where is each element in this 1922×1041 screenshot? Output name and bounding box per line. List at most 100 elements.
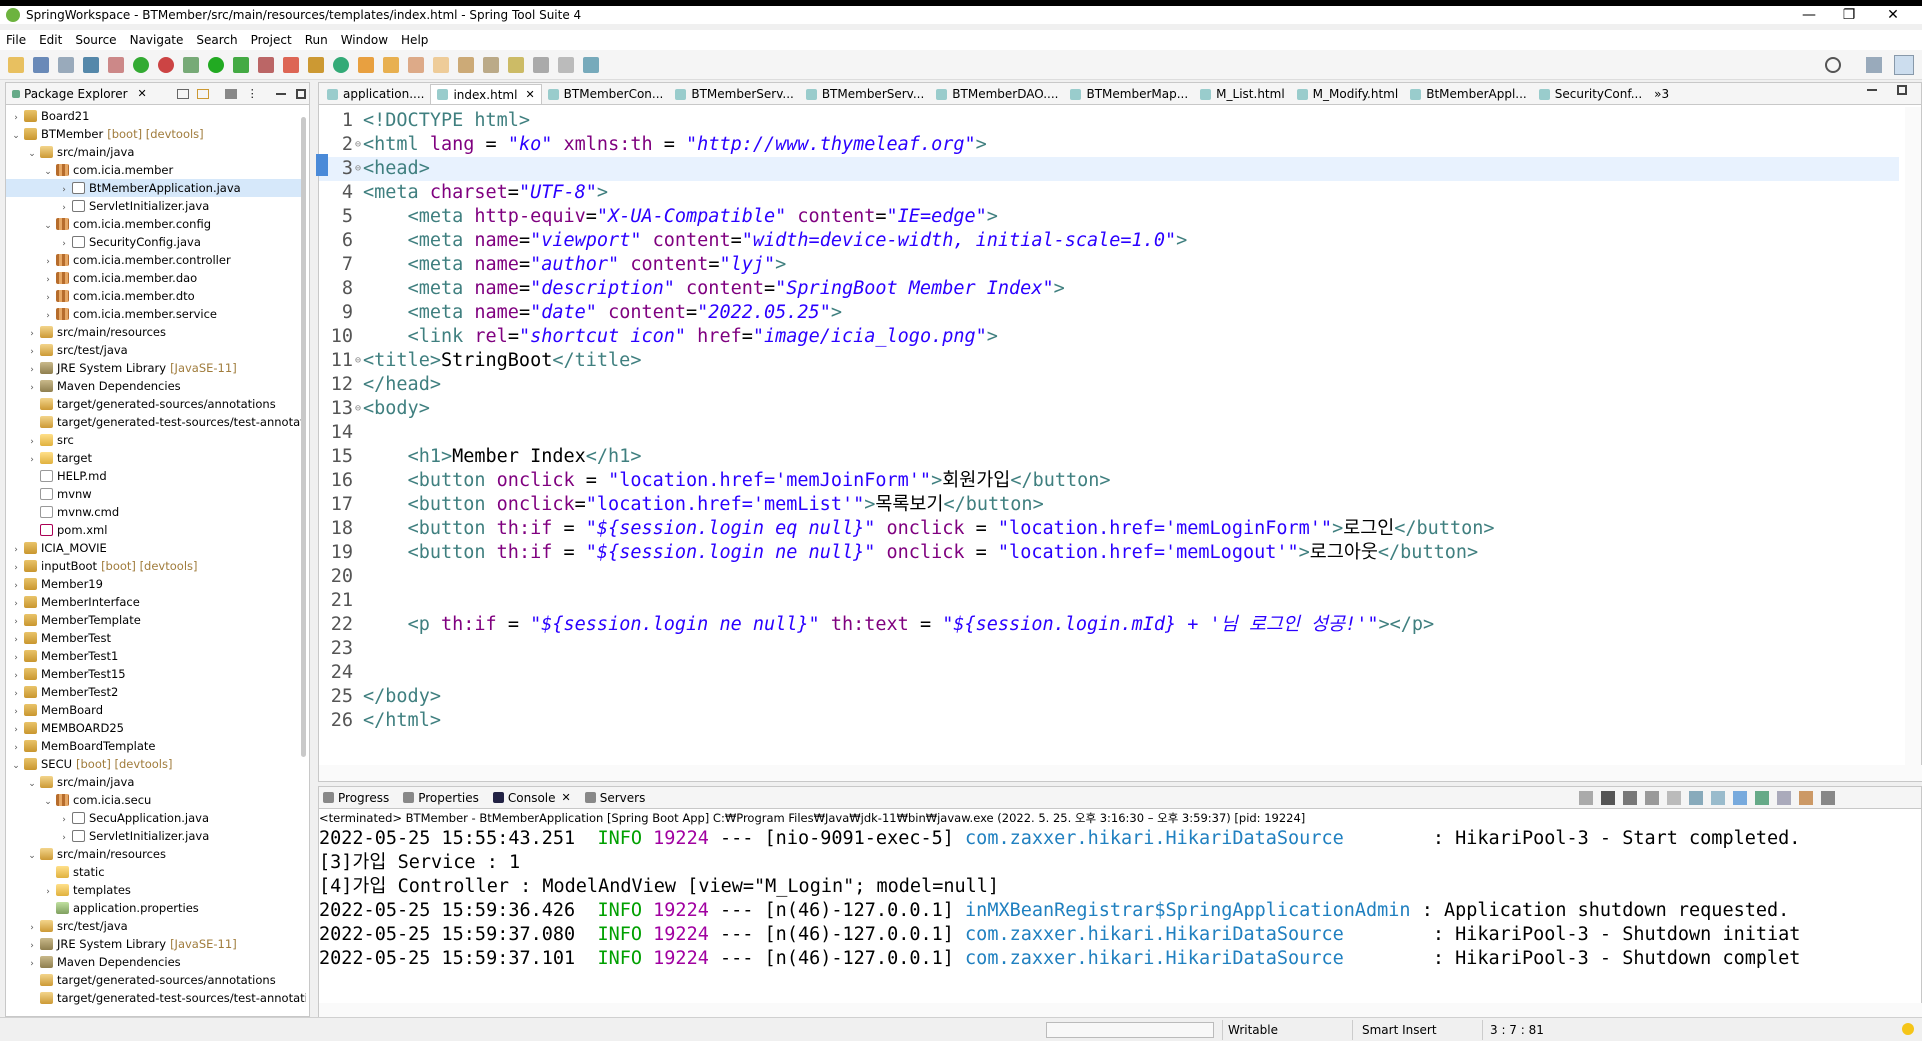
scroll-lock-icon[interactable]: [1667, 791, 1681, 805]
clear-console-icon[interactable]: [1623, 791, 1637, 805]
tree-item[interactable]: › MemberTest15: [6, 665, 306, 683]
menu-help[interactable]: Help: [401, 33, 428, 47]
open-perspective-icon[interactable]: [1866, 57, 1882, 73]
tree-item[interactable]: ⌄ SECU [boot] [devtools]: [6, 755, 306, 773]
editor-vertical-scrollbar[interactable]: [1905, 107, 1921, 767]
menu-source[interactable]: Source: [75, 33, 116, 47]
show-on-output-icon[interactable]: [1711, 791, 1725, 805]
menu-edit[interactable]: Edit: [39, 33, 62, 47]
java-perspective-icon[interactable]: [1894, 55, 1914, 75]
code-line[interactable]: 19 <button th:if = "${session.login ne n…: [319, 541, 1899, 565]
menu-project[interactable]: Project: [251, 33, 292, 47]
tree-item[interactable]: ⌄ src/main/java: [6, 773, 306, 791]
console-token[interactable]: com.zaxxer.hikari.HikariDataSource: [965, 828, 1411, 849]
code-line[interactable]: 20: [319, 565, 1899, 589]
menu-window[interactable]: Window: [341, 33, 388, 47]
editor-tab[interactable]: »3: [1648, 84, 1675, 104]
code-line[interactable]: 5 <meta http-equiv="X-UA-Compatible" con…: [319, 205, 1899, 229]
terminate-icon[interactable]: [1645, 791, 1659, 805]
tree-item[interactable]: › MEMBOARD25: [6, 719, 306, 737]
code-line[interactable]: 22 <p th:if = "${session.login ne null}"…: [319, 613, 1899, 637]
stop-icon[interactable]: [258, 56, 274, 73]
menu-navigate[interactable]: Navigate: [130, 33, 184, 47]
tree-item[interactable]: › inputBoot [boot] [devtools]: [6, 557, 306, 575]
tree-item[interactable]: target/generated-test-sources/test-annot…: [6, 413, 306, 431]
new-icon[interactable]: [8, 56, 24, 73]
tree-item[interactable]: › com.icia.member.dao: [6, 269, 306, 287]
console-token[interactable]: inMXBeanRegistrar$SpringApplicationAdmin: [965, 900, 1411, 921]
editor-minimize-icon[interactable]: [1867, 89, 1877, 91]
console-horizontal-scrollbar[interactable]: [319, 1003, 1922, 1017]
minimize-panel-icon[interactable]: [275, 92, 286, 95]
save-icon[interactable]: [33, 56, 49, 73]
editor-maximize-icon[interactable]: [1897, 85, 1907, 95]
tree-item[interactable]: target/generated-sources/annotations: [6, 395, 306, 413]
tree-item[interactable]: application.properties: [6, 899, 306, 917]
menu-run[interactable]: Run: [305, 33, 328, 47]
back-icon[interactable]: [533, 56, 549, 73]
code-line[interactable]: 8 <meta name="description" content="Spri…: [319, 277, 1899, 301]
close-tab-icon[interactable]: ✕: [525, 85, 534, 105]
code-line[interactable]: 4 <meta charset="UTF-8">: [319, 181, 1899, 205]
tree-item[interactable]: HELP.md: [6, 467, 306, 485]
code-line[interactable]: 26 </html>: [319, 709, 1899, 733]
package-explorer-title[interactable]: Package Explorer: [24, 87, 128, 101]
save-all-icon[interactable]: [58, 56, 74, 73]
remove-launch-icon[interactable]: [1579, 791, 1593, 805]
code-line[interactable]: 13 ⊖ <body>: [319, 397, 1899, 421]
tree-item[interactable]: › MemberTest2: [6, 683, 306, 701]
code-line[interactable]: 7 <meta name="author" content="lyj">: [319, 253, 1899, 277]
tree-item[interactable]: pom.xml: [6, 521, 306, 539]
run-external-icon[interactable]: [233, 56, 249, 73]
boot-dashboard-icon[interactable]: [133, 56, 149, 73]
editor-tab[interactable]: M_Modify.html: [1291, 84, 1405, 104]
tree-item[interactable]: ⌄ src/main/java: [6, 143, 306, 161]
view-menu-icon[interactable]: ⋮: [247, 87, 258, 100]
fold-icon[interactable]: ⊖: [355, 157, 363, 181]
console-tab-servers[interactable]: Servers: [584, 791, 645, 805]
tree-item[interactable]: › MemBoardTemplate: [6, 737, 306, 755]
editor-tab[interactable]: M_List.html: [1194, 84, 1290, 104]
editor-tab[interactable]: application....: [321, 84, 430, 104]
editor-tab[interactable]: BTMemberCon...: [542, 84, 670, 104]
tree-item[interactable]: › Member19: [6, 575, 306, 593]
deploy-icon[interactable]: [283, 56, 299, 73]
tree-item[interactable]: › src/main/resources: [6, 323, 306, 341]
next-annotation-icon[interactable]: [458, 56, 474, 73]
close-tab-icon[interactable]: ✕: [562, 791, 571, 804]
tree-item[interactable]: › MemberTest: [6, 629, 306, 647]
editor-tab[interactable]: SecurityConf...: [1533, 84, 1648, 104]
code-line[interactable]: 12 </head>: [319, 373, 1899, 397]
code-line[interactable]: 1 <!DOCTYPE html>: [319, 109, 1899, 133]
tree-item[interactable]: › ICIA_MOVIE: [6, 539, 306, 557]
tree-item[interactable]: › src: [6, 431, 306, 449]
code-line[interactable]: 16 <button onclick = "location.href='mem…: [319, 469, 1899, 493]
tree-item[interactable]: mvnw: [6, 485, 306, 503]
fold-icon[interactable]: ⊖: [355, 133, 363, 157]
tree-item[interactable]: › Board21: [6, 107, 306, 125]
tip-bulb-icon[interactable]: [1902, 1023, 1914, 1035]
tree-item[interactable]: › BtMemberApplication.java: [6, 179, 306, 197]
editor-tab[interactable]: BTMemberDAO....: [930, 84, 1064, 104]
relaunch-icon[interactable]: [158, 56, 174, 73]
code-line[interactable]: 14: [319, 421, 1899, 445]
console-token[interactable]: com.zaxxer.hikari.HikariDataSource: [965, 924, 1411, 945]
tree-scrollbar[interactable]: [301, 117, 306, 757]
console-output[interactable]: 2022-05-25 15:55:43.251 INFO 19224 --- […: [319, 827, 1921, 971]
open-type-icon[interactable]: [358, 56, 374, 73]
code-area[interactable]: 1 <!DOCTYPE html> 2 ⊖ <html lang = "ko" xmln…: [319, 109, 1899, 749]
tree-item[interactable]: › MemberTest1: [6, 647, 306, 665]
tree-item[interactable]: › SecurityConfig.java: [6, 233, 306, 251]
code-line[interactable]: 11 ⊖ <title>StringBoot</title>: [319, 349, 1899, 373]
code-line[interactable]: 24: [319, 661, 1899, 685]
editor-tab[interactable]: BTMemberMap...: [1064, 84, 1194, 104]
forward-icon[interactable]: [558, 56, 574, 73]
tree-item[interactable]: › JRE System Library [JavaSE-11]: [6, 359, 306, 377]
code-line[interactable]: 23: [319, 637, 1899, 661]
maximize-panel-icon[interactable]: [295, 88, 306, 99]
tree-item[interactable]: target/generated-test-sources/test-annot…: [6, 989, 306, 1007]
tree-item[interactable]: › com.icia.member.dto: [6, 287, 306, 305]
tree-item[interactable]: target/generated-sources/annotations: [6, 971, 306, 989]
menu-file[interactable]: File: [6, 33, 26, 47]
tree-item[interactable]: › templates: [6, 881, 306, 899]
